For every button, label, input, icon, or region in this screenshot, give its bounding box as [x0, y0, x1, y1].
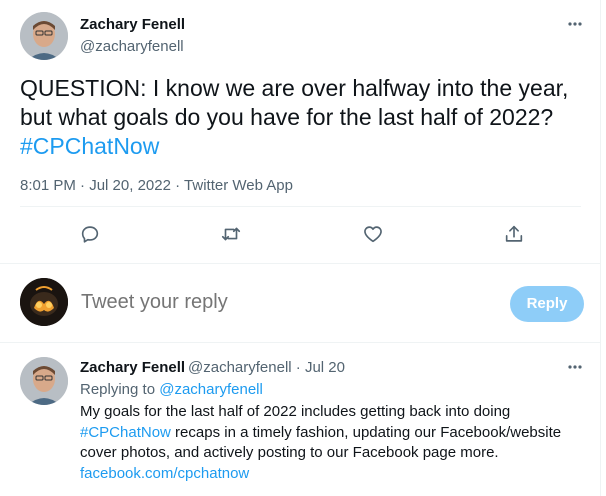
reply-text-line: #CPChatNow recaps in a timely fashion, u…: [80, 423, 585, 444]
author-display-name[interactable]: Zachary Fenell: [80, 16, 185, 33]
more-options-icon[interactable]: [565, 357, 585, 377]
reply-author-meta[interactable]: @zacharyfenell · Jul 20: [188, 359, 345, 376]
author-avatar[interactable]: [20, 12, 68, 60]
tweet-date[interactable]: Jul 20, 2022: [89, 177, 171, 194]
reply-input[interactable]: [81, 291, 481, 314]
hashtag-link[interactable]: #CPChatNow: [80, 424, 171, 441]
meta-separator: ·: [80, 177, 86, 194]
replying-prefix: Replying to: [80, 381, 160, 398]
heart-icon[interactable]: [362, 223, 386, 247]
tweet-thread: Zachary Fenell @zacharyfenell QUESTION: …: [0, 0, 601, 496]
hashtag-link[interactable]: #CPChatNow: [20, 132, 590, 161]
reply-text-line: My goals for the last half of 2022 inclu…: [80, 403, 511, 420]
tweet-text-line: but what goals do you have for the last …: [20, 104, 554, 130]
tweet-source[interactable]: Twitter Web App: [184, 177, 293, 194]
replying-to: Replying to @zacharyfenell: [80, 381, 263, 398]
reply-icon[interactable]: [79, 223, 103, 247]
retweet-icon[interactable]: [220, 223, 244, 247]
divider: [0, 263, 601, 264]
current-user-avatar[interactable]: [20, 278, 68, 326]
reply-tweet-text: My goals for the last half of 2022 inclu…: [80, 402, 585, 484]
tweet-text-line: QUESTION: I know we are over halfway int…: [20, 75, 569, 101]
external-link[interactable]: facebook.com/cpchatnow: [80, 464, 585, 485]
meta-separator: ·: [175, 177, 181, 194]
author-handle[interactable]: @zacharyfenell: [80, 38, 184, 55]
share-icon[interactable]: [503, 223, 527, 247]
more-options-icon[interactable]: [565, 14, 585, 34]
reply-author-name[interactable]: Zachary Fenell: [80, 359, 185, 376]
tweet-actions: [0, 207, 601, 263]
tweet-metadata: 8:01 PM · Jul 20, 2022 · Twitter Web App: [20, 177, 293, 194]
reply-author-avatar[interactable]: [20, 357, 68, 405]
divider: [0, 342, 601, 343]
tweet-time[interactable]: 8:01 PM: [20, 177, 76, 194]
reply-text-fragment: recaps in a timely fashion, updating our…: [170, 423, 562, 441]
reply-text-line: cover photos, and actively posting to ou…: [80, 444, 499, 461]
reply-button[interactable]: Reply: [510, 286, 584, 322]
mention-link[interactable]: @zacharyfenell: [159, 381, 263, 398]
tweet-text: QUESTION: I know we are over halfway int…: [20, 74, 590, 161]
